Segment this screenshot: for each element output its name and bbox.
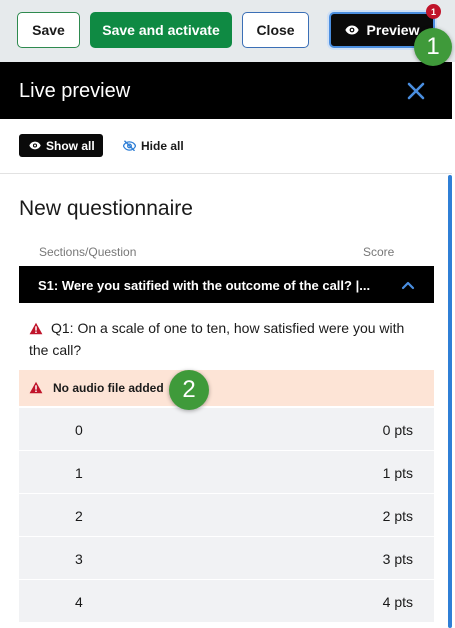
answer-points: 2 pts bbox=[382, 508, 413, 524]
visibility-filter-row: Show all Hide all bbox=[0, 119, 452, 174]
questionnaire-title: New questionnaire bbox=[19, 197, 193, 220]
audio-warning-text: No audio file added bbox=[53, 381, 164, 395]
answer-value: 0 bbox=[75, 422, 83, 438]
answer-row[interactable]: 1 1 pts bbox=[19, 451, 434, 494]
question-label: Q1: On a scale of one to ten, how satisf… bbox=[29, 320, 405, 358]
column-header-score: Score bbox=[363, 245, 395, 259]
save-button[interactable]: Save bbox=[17, 12, 80, 48]
questionnaire-preview: New questionnaire Sections/Question Scor… bbox=[0, 175, 452, 628]
answer-row[interactable]: 0 0 pts bbox=[19, 408, 434, 451]
save-and-activate-button[interactable]: Save and activate bbox=[90, 12, 232, 48]
live-preview-title: Live preview bbox=[19, 80, 131, 102]
show-all-label: Show all bbox=[46, 138, 95, 153]
answer-row[interactable]: 2 2 pts bbox=[19, 494, 434, 537]
answer-value: 2 bbox=[75, 508, 83, 524]
hide-all-button[interactable]: Hide all bbox=[123, 134, 184, 157]
answer-value: 4 bbox=[75, 594, 83, 610]
section-label: S1: Were you satified with the outcome o… bbox=[38, 278, 371, 293]
answer-points: 4 pts bbox=[382, 594, 413, 610]
answer-list: 0 0 pts 1 1 pts 2 2 pts 3 3 pts 4 4 pts bbox=[19, 408, 434, 623]
step-callout-2: 2 bbox=[169, 370, 209, 410]
chevron-up-icon[interactable] bbox=[401, 278, 415, 293]
section-header[interactable]: S1: Were you satified with the outcome o… bbox=[19, 266, 434, 303]
close-icon[interactable] bbox=[405, 80, 427, 102]
answer-value: 3 bbox=[75, 551, 83, 567]
hide-all-label: Hide all bbox=[141, 138, 184, 153]
top-toolbar: Save Save and activate Close Preview 1 bbox=[0, 0, 455, 62]
answer-row[interactable]: 3 3 pts bbox=[19, 537, 434, 580]
app-frame: Save Save and activate Close Preview 1 L… bbox=[0, 0, 455, 628]
preview-button-label: Preview bbox=[366, 22, 420, 38]
answer-value: 1 bbox=[75, 465, 83, 481]
eye-icon bbox=[29, 141, 41, 150]
answer-points: 0 pts bbox=[382, 422, 413, 438]
question-text: Q1: On a scale of one to ten, how satisf… bbox=[29, 318, 419, 360]
warning-icon bbox=[29, 320, 43, 340]
step-callout-1: 1 bbox=[414, 28, 452, 66]
live-preview-header: Live preview bbox=[0, 62, 452, 119]
close-button[interactable]: Close bbox=[242, 12, 309, 48]
scrollbar[interactable] bbox=[448, 175, 452, 628]
answer-points: 3 pts bbox=[382, 551, 413, 567]
eye-slash-icon bbox=[123, 140, 136, 151]
answer-points: 1 pts bbox=[382, 465, 413, 481]
warning-icon bbox=[29, 381, 43, 397]
answer-row[interactable]: 4 4 pts bbox=[19, 580, 434, 623]
show-all-button[interactable]: Show all bbox=[19, 134, 103, 157]
notification-badge: 1 bbox=[426, 4, 441, 19]
eye-icon bbox=[344, 25, 359, 35]
audio-warning-banner: No audio file added bbox=[19, 370, 434, 406]
column-header-section: Sections/Question bbox=[39, 245, 137, 259]
